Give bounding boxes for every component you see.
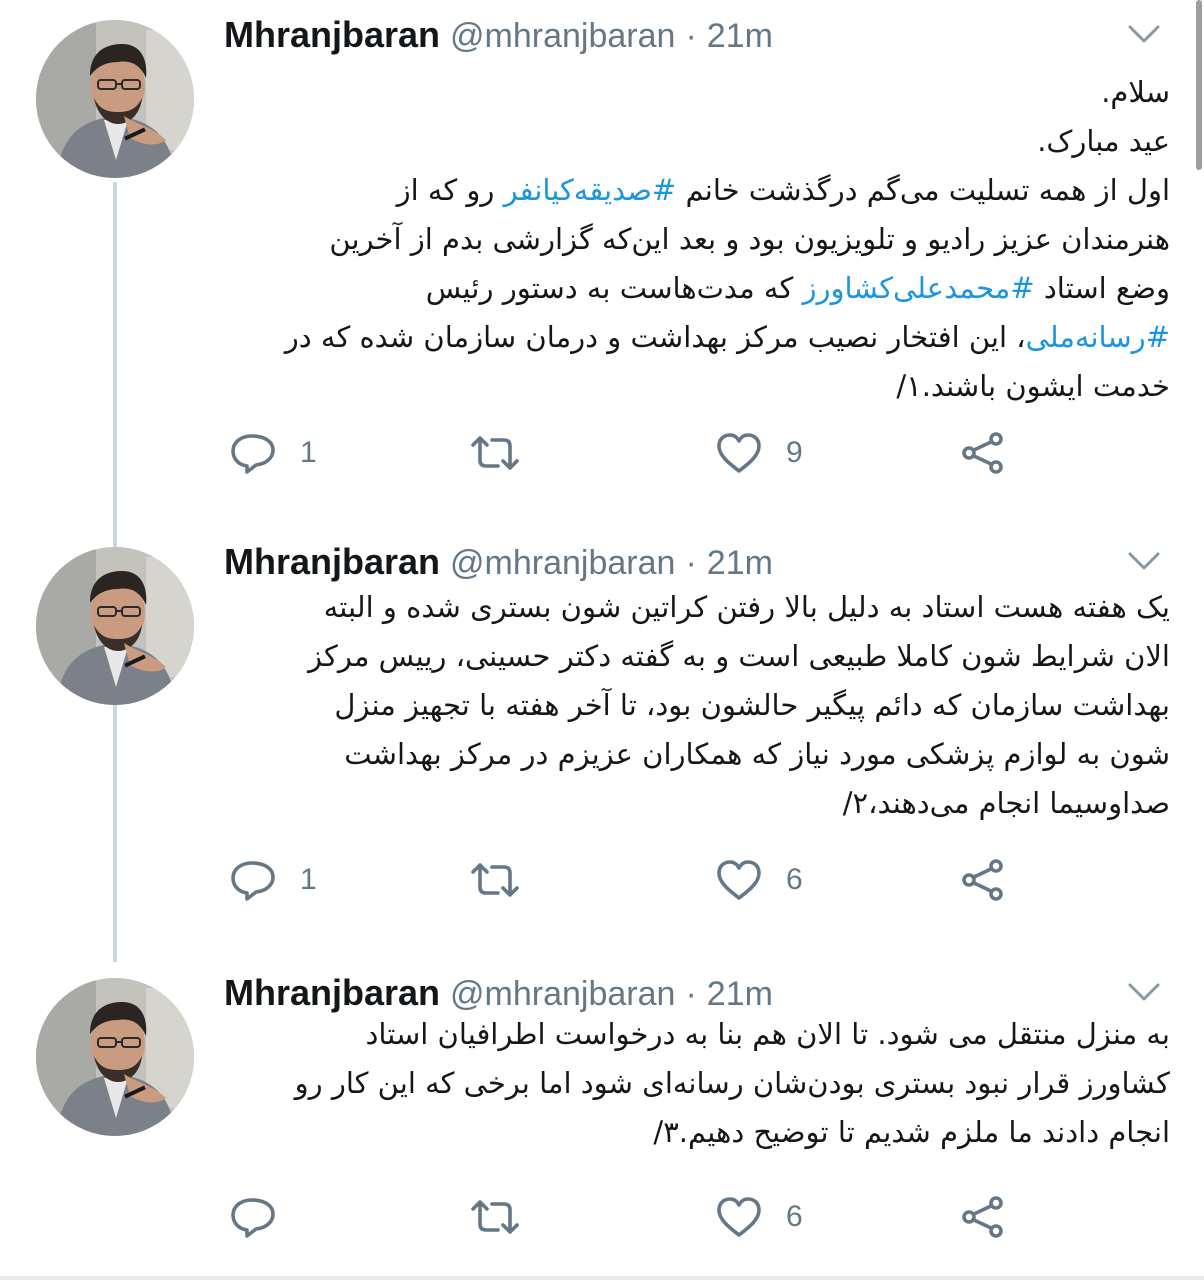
tweet-text-line: انجام دادند ما ملزم شدیم تا توضیح دهیم.۳…: [210, 1108, 1170, 1157]
tweet-actions: 1 6: [0, 857, 1204, 907]
tweet-text-line: اول از همه تسلیت می‌گم درگذشت خانم #صدیق…: [210, 166, 1170, 215]
text-segment: سلام.: [1101, 75, 1170, 109]
username-handle[interactable]: @mhranjbaran: [450, 975, 675, 1014]
retweet-button[interactable]: [470, 857, 520, 903]
tweet-text: یک هفته هست استاد به دلیل بالا رفتن کرات…: [210, 583, 1170, 828]
like-count: 9: [786, 436, 803, 469]
heart-outline-icon: [717, 860, 761, 900]
timestamp[interactable]: 21m: [707, 544, 773, 583]
tweet-menu-button[interactable]: [1126, 22, 1162, 46]
tweet-menu-button[interactable]: [1126, 549, 1162, 573]
text-segment: هنرمندان عزیز رادیو و تلویزیون بود و بعد…: [329, 222, 1170, 256]
chevron-down-icon: [1128, 25, 1160, 43]
separator-dot: ·: [685, 544, 697, 582]
tweet-text-line: صداوسیما انجام می‌دهند،۲/: [210, 779, 1170, 828]
text-segment: انجام دادند ما ملزم شدیم تا توضیح دهیم.۳…: [653, 1115, 1170, 1149]
share-nodes-icon: [962, 1196, 1003, 1238]
speech-bubble-icon: [231, 861, 275, 901]
avatar[interactable]: [36, 547, 194, 705]
display-name[interactable]: Mhranjbaran: [224, 972, 440, 1014]
like-count: 6: [786, 863, 803, 896]
tweet-header: Mhranjbaran @mhranjbaran · 21m: [224, 14, 773, 58]
tweet-text-line: سلام.: [210, 68, 1170, 117]
chevron-down-icon: [1128, 552, 1160, 570]
tweet-text-line: به منزل منتقل می شود. تا الان هم بنا به …: [210, 1010, 1170, 1059]
tweet-header: Mhranjbaran @mhranjbaran · 21m: [224, 541, 773, 585]
text-segment: اول از همه تسلیت می‌گم درگذشت خانم: [676, 173, 1170, 207]
hashtag-link[interactable]: #محمدعلی‌کشاورز: [802, 271, 1034, 305]
hashtag-link[interactable]: #رسانه‌ملی: [1026, 320, 1170, 354]
retweet-arrows-icon: [471, 1200, 519, 1234]
text-segment: خدمت ایشون باشند.۱/: [896, 369, 1170, 403]
text-segment: رو که از: [396, 173, 504, 207]
share-button[interactable]: [958, 430, 1008, 476]
tweet-actions: 1 9: [0, 430, 1204, 480]
scrollbar[interactable]: [1196, 0, 1202, 170]
text-segment: یک هفته هست استاد به دلیل بالا رفتن کرات…: [323, 590, 1170, 624]
separator-dot: ·: [685, 975, 697, 1013]
tweet-text-line: کشاورز قرار نبود بستری بودن‌شان رسانه‌ای…: [210, 1059, 1170, 1108]
like-button[interactable]: 6: [714, 1194, 803, 1240]
tweet-text-line: هنرمندان عزیز رادیو و تلویزیون بود و بعد…: [210, 215, 1170, 264]
text-segment: صداوسیما انجام می‌دهند،۲/: [842, 786, 1170, 820]
text-segment: بهداشت سازمان که دائم پیگیر حالشون بود، …: [334, 688, 1170, 722]
reply-button[interactable]: 1: [228, 857, 317, 903]
text-segment: عید مبارک.: [1037, 124, 1170, 158]
speech-bubble-icon: [231, 1198, 275, 1238]
bottom-divider: [0, 1276, 1204, 1280]
text-segment: الان شرایط شون کاملا طبیعی است و به گفته…: [308, 639, 1170, 673]
reply-count: 1: [300, 863, 317, 896]
text-segment: که مدت‌هاست به دستور رئیس: [425, 271, 803, 305]
tweet-text-line: خدمت ایشون باشند.۱/: [210, 362, 1170, 411]
text-segment: ، این افتخار نصیب مرکز بهداشت و درمان سا…: [284, 320, 1026, 354]
share-nodes-icon: [962, 859, 1003, 901]
avatar[interactable]: [36, 978, 194, 1136]
separator-dot: ·: [685, 17, 697, 55]
tweet-menu-button[interactable]: [1126, 980, 1162, 1004]
tweet-text-line: بهداشت سازمان که دائم پیگیر حالشون بود، …: [210, 681, 1170, 730]
share-button[interactable]: [958, 1194, 1008, 1240]
like-count: 6: [786, 1200, 803, 1233]
share-nodes-icon: [962, 432, 1003, 474]
like-button[interactable]: 6: [714, 857, 803, 903]
retweet-arrows-icon: [471, 863, 519, 897]
display-name[interactable]: Mhranjbaran: [224, 541, 440, 583]
share-button[interactable]: [958, 857, 1008, 903]
username-handle[interactable]: @mhranjbaran: [450, 544, 675, 583]
tweet-text: به منزل منتقل می شود. تا الان هم بنا به …: [210, 1010, 1170, 1157]
heart-outline-icon: [717, 433, 761, 473]
reply-button[interactable]: 1: [228, 430, 317, 476]
retweet-button[interactable]: [470, 430, 520, 476]
username-handle[interactable]: @mhranjbaran: [450, 17, 675, 56]
display-name[interactable]: Mhranjbaran: [224, 14, 440, 56]
reply-button[interactable]: [228, 1194, 300, 1240]
tweet-text-line: عید مبارک.: [210, 117, 1170, 166]
tweet-text-line: الان شرایط شون کاملا طبیعی است و به گفته…: [210, 632, 1170, 681]
tweet-actions: 6: [0, 1194, 1204, 1244]
timestamp[interactable]: 21m: [707, 975, 773, 1014]
chevron-down-icon: [1128, 983, 1160, 1001]
retweet-button[interactable]: [470, 1194, 520, 1240]
retweet-arrows-icon: [471, 436, 519, 470]
avatar[interactable]: [36, 20, 194, 178]
heart-outline-icon: [717, 1197, 761, 1237]
text-segment: به منزل منتقل می شود. تا الان هم بنا به …: [365, 1017, 1170, 1051]
tweet-text-line: #رسانه‌ملی، این افتخار نصیب مرکز بهداشت …: [210, 313, 1170, 362]
tweet-text-line: وضع استاد #محمدعلی‌کشاورز که مدت‌هاست به…: [210, 264, 1170, 313]
reply-count: 1: [300, 436, 317, 469]
like-button[interactable]: 9: [714, 430, 803, 476]
text-segment: کشاورز قرار نبود بستری بودن‌شان رسانه‌ای…: [294, 1066, 1170, 1100]
timestamp[interactable]: 21m: [707, 17, 773, 56]
tweet-text-line: یک هفته هست استاد به دلیل بالا رفتن کرات…: [210, 583, 1170, 632]
hashtag-link[interactable]: #صدیقه‌کیانفر: [504, 173, 677, 207]
tweet-text-line: شون به لوازم پزشکی مورد نیاز که همکاران …: [210, 730, 1170, 779]
text-segment: وضع استاد: [1034, 271, 1170, 305]
text-segment: شون به لوازم پزشکی مورد نیاز که همکاران …: [344, 737, 1170, 771]
tweet-text: سلام. عید مبارک. اول از همه تسلیت می‌گم در…: [210, 68, 1170, 411]
speech-bubble-icon: [231, 434, 275, 474]
